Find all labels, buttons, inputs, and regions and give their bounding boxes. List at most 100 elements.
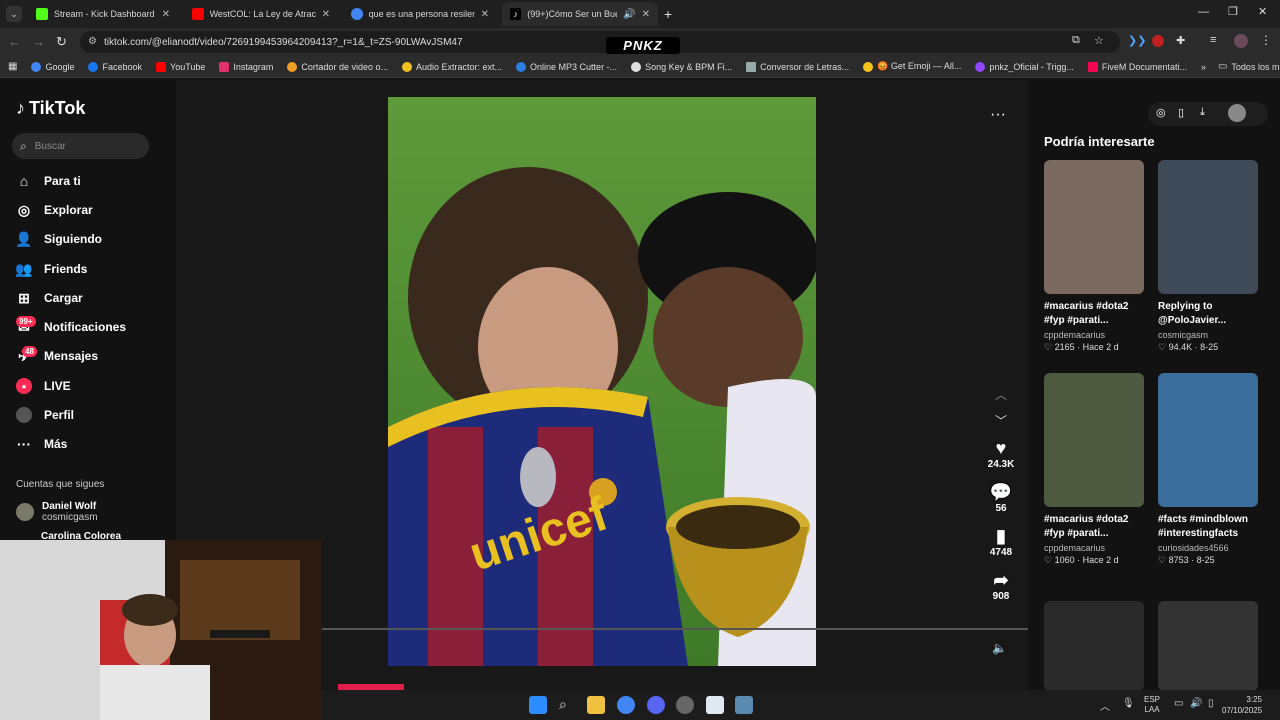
clock[interactable]: 3:25 07/10/2025 [1222,694,1262,716]
search-icon[interactable]: ⌕ [559,696,567,713]
close-icon[interactable]: ✕ [642,9,650,20]
address-bar[interactable]: ⚙ tiktok.com/@elianodt/video/72691994539… [80,31,1120,53]
messages-badge: 48 [22,346,37,357]
comment-button[interactable]: 💬 56 [976,482,1026,514]
new-tab-icon[interactable]: + [664,6,672,22]
search-input[interactable]: ⌕ Buscar [12,133,149,159]
nav-live[interactable]: ● LIVE [16,378,71,394]
extension-icon[interactable]: ❯❯ [1128,34,1146,47]
nav-friends[interactable]: 👥 Friends [15,261,87,277]
taskbar: ⌕ ︿ 🎙 ESP LAA ▭ 🔊 ▯ 3:25 07/10/2025 [322,684,1280,720]
network-icon[interactable]: ▭ [1174,698,1183,709]
volume-icon[interactable]: 🔈 [992,641,1007,655]
speaker-icon[interactable]: 🔊 [1190,698,1202,709]
bookmark-song-key[interactable]: Song Key & BPM Fi... [631,61,732,72]
nav-para-ti[interactable]: ⌂ Para ti [16,173,81,189]
tab-search-icon[interactable]: ⌄ [6,6,22,22]
video-player[interactable]: unicef [388,97,816,666]
tray-chevron-icon[interactable]: ︿ [1100,698,1110,713]
menu-icon[interactable]: ⋮ [1260,33,1272,47]
site-info-icon[interactable]: ⚙ [88,36,97,47]
nav-explorar[interactable]: ◎ Explorar [16,202,93,218]
home-icon: ⌂ [19,173,29,189]
all-bookmarks[interactable]: ▭Todos los marcadores [1218,61,1280,72]
close-window-icon[interactable]: ✕ [1258,5,1267,18]
reload-icon[interactable]: ↻ [56,34,67,50]
next-video-icon[interactable]: ﹀ [995,412,1007,429]
app-icon[interactable] [676,696,694,714]
tab-kick[interactable]: Stream - Kick Dashboard ✕ [28,2,178,26]
suggestion-card[interactable] [1158,601,1258,691]
previous-video-icon[interactable]: ︿ [995,386,1007,403]
like-button[interactable]: ♥ 24.3K [976,438,1026,470]
file-explorer-icon[interactable] [587,696,605,714]
pnkz-overlay-logo: PNKZ [606,37,680,54]
tiktok-logo[interactable]: ♪ TikTok [16,98,85,119]
following-icon: 👤 [15,230,33,247]
discord-icon[interactable] [647,696,665,714]
suggestion-card[interactable]: Replying to @PoloJavier... cosmicgasm ♡ … [1158,160,1258,353]
bookmark-instagram[interactable]: Instagram [219,61,273,72]
following-account[interactable]: Carolina Colorea [41,531,121,540]
share-button[interactable]: ➦ 908 [976,570,1026,602]
compass-icon: ◎ [17,201,31,218]
save-count: 4748 [989,547,1013,558]
nav-mas[interactable]: ··· Más [16,436,67,452]
back-icon[interactable]: ← [8,34,21,49]
profile-avatar[interactable] [1234,34,1248,48]
comment-count: 56 [995,503,1007,514]
nav-perfil[interactable]: Perfil [16,407,74,423]
suggestion-card[interactable]: #macarius #dota2 #fyp #parati... cppdema… [1044,373,1144,566]
tab-tiktok[interactable]: ♪ (99+)Cómo Ser un Buen Co 🔊 ✕ [502,2,658,26]
forward-icon[interactable]: → [32,34,45,49]
bookmark-audio-extractor[interactable]: Audio Extractor: ext... [401,61,502,72]
thumbnail [1158,601,1258,691]
calculator-icon[interactable] [735,696,753,714]
bookmark-cortador[interactable]: Cortador de video o... [287,61,388,72]
tab-google[interactable]: que es una persona resilente - ✕ [343,2,497,26]
tab-title: WestCOL: La Ley de Atracción e [209,9,316,19]
bookmark-youtube[interactable]: YouTube [156,61,205,72]
bookmark-get-emoji[interactable]: 😡 Get Emoji — All... [863,61,961,72]
thumbnail [1044,601,1144,691]
battery-icon[interactable]: ▯ [1208,698,1214,709]
tiktok-note-icon: ♪ [16,98,25,118]
following-account[interactable]: Daniel Wolf cosmicgasm [16,501,98,523]
close-icon[interactable]: ✕ [322,9,330,20]
like-count: 24.3K [987,459,1015,470]
tab-westcol[interactable]: WestCOL: La Ley de Atracción e ✕ [184,2,338,26]
puzzle-icon[interactable]: ✚ [1176,34,1185,47]
chrome-icon[interactable] [617,696,635,714]
bookmark-mp3-cutter[interactable]: Online MP3 Cutter -... [516,61,617,72]
bookmark-conversor[interactable]: Conversor de Letras... [746,61,849,72]
thumbnail [1044,373,1144,507]
close-icon[interactable]: ✕ [481,9,489,20]
close-icon[interactable]: ✕ [162,9,170,20]
suggestion-card[interactable]: #macarius #dota2 #fyp #parati... cppdema… [1044,160,1144,353]
microphone-icon[interactable]: 🎙 [1122,698,1135,709]
restore-icon[interactable]: ❐ [1228,5,1238,18]
more-options-icon[interactable]: ··· [990,106,1006,124]
minimize-icon[interactable]: — [1198,6,1209,18]
language-indicator[interactable]: ESP LAA [1144,695,1160,715]
suggestion-card[interactable] [1044,601,1144,691]
save-button[interactable]: ▮ 4748 [976,526,1026,558]
windows-start-icon[interactable] [529,696,547,714]
bookmark-google[interactable]: Google [31,61,74,72]
suggestions-title: Podría interesarte [1044,134,1155,149]
notepad-icon[interactable] [706,696,724,714]
nav-siguiendo[interactable]: 👤 Siguiendo [15,230,102,247]
nav-cargar[interactable]: ⊞ Cargar [16,290,83,306]
bookmark-star-icon[interactable]: ☆ [1094,34,1104,47]
suggestion-card[interactable]: #facts #mindblown #interestingfacts curi… [1158,373,1258,566]
bookmark-fivem[interactable]: FiveM Documentati... [1087,61,1187,72]
progress-bar[interactable] [322,628,1028,630]
install-icon[interactable]: ⧉ [1072,34,1080,47]
speaker-icon[interactable]: 🔊 [623,9,635,20]
extension-icon[interactable] [1152,35,1164,47]
bookmark-facebook[interactable]: Facebook [88,61,142,72]
bookmark-pnkz[interactable]: pnkz_Oficial - Trigg... [975,61,1074,72]
apps-icon[interactable]: ▦ [8,61,17,72]
more-bookmarks-icon[interactable]: » [1201,62,1206,72]
media-icon[interactable]: ≡ [1210,34,1216,46]
